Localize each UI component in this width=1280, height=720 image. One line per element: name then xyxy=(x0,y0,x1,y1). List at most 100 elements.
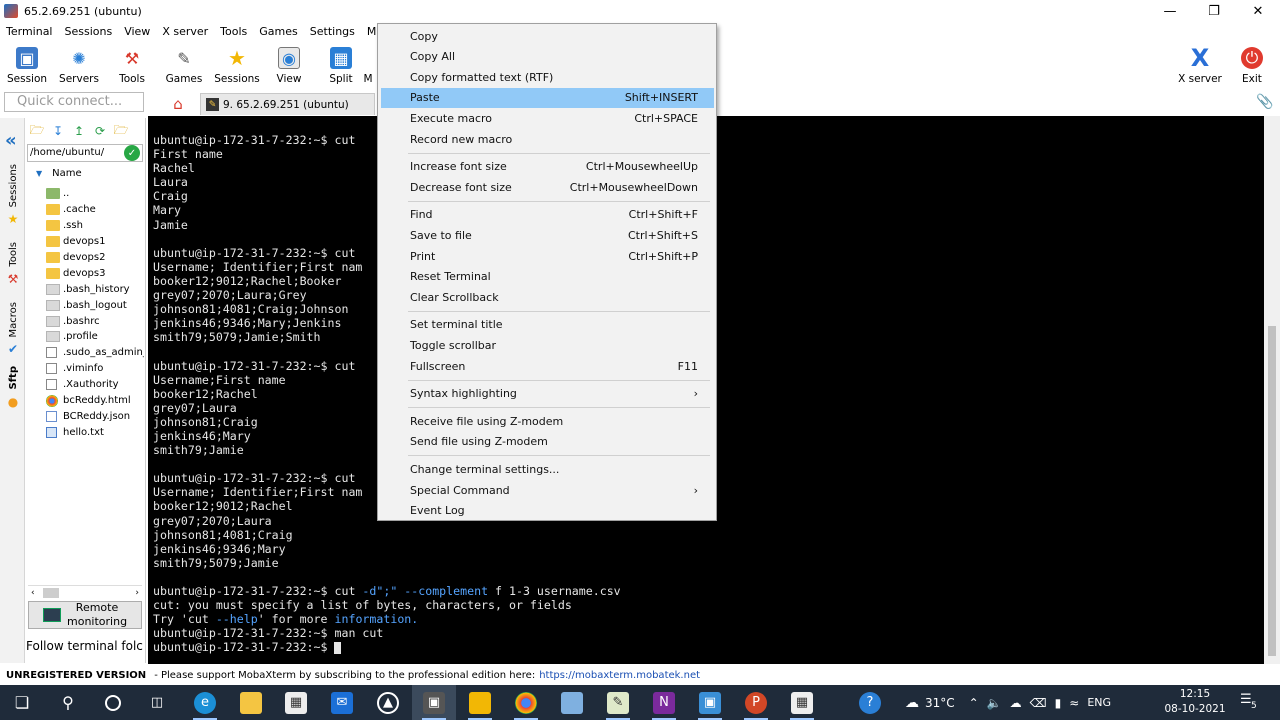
context-menu-item-receive-file-using-z-modem[interactable]: Receive file using Z-modem xyxy=(381,411,714,431)
download-icon[interactable]: ↧ xyxy=(49,122,67,140)
scrollbar-thumb[interactable] xyxy=(42,587,59,598)
scroll-right-icon[interactable]: › xyxy=(135,588,139,598)
power-plug-icon[interactable]: ⌫ xyxy=(1030,696,1047,710)
battery-icon[interactable]: ▮ xyxy=(1055,696,1062,710)
tab-tools[interactable]: Tools ⚒ xyxy=(3,242,23,286)
context-menu-item-special-command[interactable]: Special Command › xyxy=(381,480,714,500)
terminal-scrollbar-thumb[interactable] xyxy=(1268,326,1276,656)
notepad-taskbar[interactable]: ✎ xyxy=(596,685,640,720)
remote-monitoring-button[interactable]: Remote monitoring xyxy=(28,601,142,629)
file-row[interactable]: hello.txt xyxy=(46,424,144,440)
file-row[interactable]: bcReddy.html xyxy=(46,393,144,409)
new-folder-icon[interactable]: 🗁 xyxy=(112,122,130,140)
onenote-taskbar[interactable]: N xyxy=(642,685,686,720)
context-menu-item-decrease-font-size[interactable]: Decrease font size Ctrl+MousewheelDown xyxy=(381,177,714,197)
speaker-icon[interactable]: 🔈 xyxy=(987,696,1002,710)
name-column-header[interactable]: ▼ Name xyxy=(36,168,82,179)
menu-tools[interactable]: Tools xyxy=(214,25,253,38)
file-row[interactable]: .bash_logout xyxy=(46,297,144,313)
context-menu-item-fullscreen[interactable]: Fullscreen F11 xyxy=(381,356,714,376)
menu-view[interactable]: View xyxy=(118,25,156,38)
exit-button[interactable]: ⏻ Exit xyxy=(1226,40,1278,90)
file-row[interactable]: .ssh xyxy=(46,218,144,234)
close-button[interactable]: ✕ xyxy=(1236,0,1280,22)
context-menu-item-clear-scrollback[interactable]: Clear Scrollback xyxy=(381,287,714,307)
remote-desktop-taskbar[interactable]: ▣ xyxy=(688,685,732,720)
app3-taskbar[interactable]: ▦ xyxy=(780,685,824,720)
parent-folder-icon[interactable]: 🗁 xyxy=(28,122,46,140)
servers-button[interactable]: ✺ Servers xyxy=(53,40,105,90)
session-button[interactable]: ▣ Session xyxy=(1,40,53,90)
context-menu-item-record-new-macro[interactable]: Record new macro xyxy=(381,129,714,149)
wifi-icon[interactable]: ≈ xyxy=(1069,696,1079,710)
path-ok-icon[interactable]: ✓ xyxy=(124,145,140,161)
file-row[interactable]: .. xyxy=(46,186,144,202)
context-menu-item-find[interactable]: Find Ctrl+Shift+F xyxy=(381,205,714,225)
cloud-icon[interactable]: ☁ xyxy=(1010,696,1022,710)
context-menu-item-increase-font-size[interactable]: Increase font size Ctrl+MousewheelUp xyxy=(381,157,714,177)
cortana-button[interactable] xyxy=(91,685,135,720)
context-menu-item-paste[interactable]: Paste Shift+INSERT xyxy=(381,87,714,108)
quick-connect-input[interactable]: Quick connect... xyxy=(4,92,144,112)
task-view-button[interactable]: ◫ xyxy=(135,685,179,720)
app2-taskbar[interactable] xyxy=(550,685,594,720)
language-indicator[interactable]: ENG xyxy=(1087,696,1111,709)
games-button[interactable]: ✎ Games xyxy=(158,40,210,90)
explorer-taskbar[interactable] xyxy=(229,685,273,720)
collapse-sidebar-icon[interactable]: « xyxy=(5,130,17,151)
context-menu-item-event-log[interactable]: Event Log xyxy=(381,501,714,521)
show-hidden-icons-icon[interactable]: ⌃ xyxy=(969,696,979,710)
file-row[interactable]: .bash_history xyxy=(46,281,144,297)
x-server-button[interactable]: X X server xyxy=(1174,40,1226,90)
taskbar-clock[interactable]: 12:15 08-10-2021 xyxy=(1160,687,1230,719)
context-menu-item-set-terminal-title[interactable]: Set terminal title xyxy=(381,315,714,335)
context-menu-item-send-file-using-z-modem[interactable]: Send file using Z-modem xyxy=(381,432,714,452)
tab-sessions[interactable]: Sessions ★ xyxy=(3,164,23,226)
follow-terminal-folder-checkbox[interactable]: Follow terminal folc xyxy=(26,637,144,655)
mail-taskbar[interactable]: ✉ xyxy=(320,685,364,720)
mobaxterm-taskbar[interactable]: ▣ xyxy=(412,685,456,720)
mobatek-link[interactable]: https://mobaxterm.mobatek.net xyxy=(539,670,700,681)
file-row[interactable]: .cache xyxy=(46,202,144,218)
context-menu-item-change-terminal-settings[interactable]: Change terminal settings... xyxy=(381,459,714,479)
chrome-taskbar[interactable] xyxy=(504,685,548,720)
context-menu-item-save-to-file[interactable]: Save to file Ctrl+Shift+S xyxy=(381,225,714,245)
file-manager-taskbar[interactable] xyxy=(458,685,502,720)
store-taskbar[interactable]: ▦ xyxy=(274,685,318,720)
refresh-icon[interactable]: ⟳ xyxy=(91,122,109,140)
file-row[interactable]: .viminfo xyxy=(46,361,144,377)
search-button[interactable]: ⚲ xyxy=(46,685,90,720)
menu-games[interactable]: Games xyxy=(253,25,303,38)
attachment-icon[interactable]: 📎 xyxy=(1256,94,1273,110)
sessions-button[interactable]: ★ Sessions xyxy=(211,40,263,90)
file-row[interactable]: devops2 xyxy=(46,250,144,266)
app-taskbar[interactable]: ▲ xyxy=(366,685,410,720)
context-menu-item-copy-formatted-text-rtf[interactable]: Copy formatted text (RTF) xyxy=(381,67,714,87)
menu-sessions[interactable]: Sessions xyxy=(59,25,119,38)
file-row[interactable]: .profile xyxy=(46,329,144,345)
file-row[interactable]: BCReddy.json xyxy=(46,408,144,424)
weather-icon[interactable]: ☁ xyxy=(905,695,919,711)
context-menu-item-execute-macro[interactable]: Execute macro Ctrl+SPACE xyxy=(381,108,714,128)
menu-x-server[interactable]: X server xyxy=(156,25,214,38)
context-menu-item-reset-terminal[interactable]: Reset Terminal xyxy=(381,267,714,287)
context-menu-item-print[interactable]: Print Ctrl+Shift+P xyxy=(381,246,714,266)
edge-taskbar[interactable]: e xyxy=(183,685,227,720)
upload-icon[interactable]: ↥ xyxy=(70,122,88,140)
file-row[interactable]: .bashrc xyxy=(46,313,144,329)
tab-macros[interactable]: Macros ✔ xyxy=(3,302,23,356)
file-row[interactable]: devops3 xyxy=(46,265,144,281)
home-tab[interactable]: ⌂ xyxy=(160,93,196,115)
restore-button[interactable]: ❐ xyxy=(1192,0,1236,22)
context-menu-item-syntax-highlighting[interactable]: Syntax highlighting › xyxy=(381,384,714,404)
session-tab[interactable]: ✎ 9. 65.2.69.251 (ubuntu) xyxy=(200,93,375,115)
menu-settings[interactable]: Settings xyxy=(304,25,361,38)
file-row[interactable]: .sudo_as_admin_ xyxy=(46,345,144,361)
help-taskbar[interactable]: ? xyxy=(848,685,892,720)
menu-terminal[interactable]: Terminal xyxy=(0,25,59,38)
tools-button[interactable]: ⚒ Tools xyxy=(106,40,158,90)
scroll-left-icon[interactable]: ‹ xyxy=(31,588,35,598)
minimize-button[interactable]: — xyxy=(1148,0,1192,22)
file-row[interactable]: .Xauthority xyxy=(46,377,144,393)
sftp-horizontal-scrollbar[interactable]: ‹ › xyxy=(28,585,142,599)
